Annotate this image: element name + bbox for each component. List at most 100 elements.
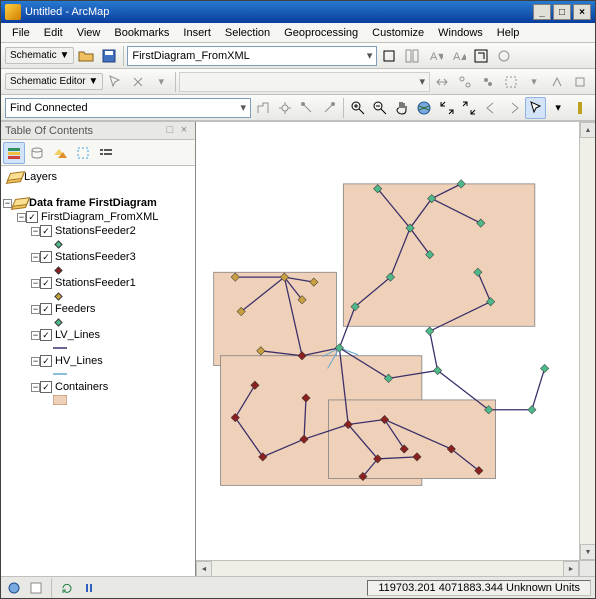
menu-customize[interactable]: Customize <box>365 25 431 41</box>
checkbox-icon[interactable]: ✓ <box>40 303 52 315</box>
collapse-icon[interactable]: − <box>31 383 40 392</box>
schematic-editor-dropdown[interactable]: Schematic Editor ▼ <box>5 73 103 90</box>
edit-tool[interactable] <box>104 71 126 93</box>
minimize-button[interactable]: _ <box>533 4 551 20</box>
collapse-icon[interactable]: − <box>31 227 40 236</box>
layout-view-button[interactable] <box>27 579 45 597</box>
toc-root-layers[interactable]: Layers <box>3 170 193 184</box>
toc-pin-button[interactable]: □ <box>163 124 177 138</box>
refresh-view-button[interactable] <box>58 579 76 597</box>
toc-symbol-3[interactable] <box>3 316 193 328</box>
open-diagram-button[interactable] <box>75 45 97 67</box>
options-button[interactable] <box>95 142 117 164</box>
toc-symbol-4[interactable] <box>3 342 193 354</box>
tool-b2[interactable] <box>470 45 492 67</box>
tool-e4[interactable] <box>477 71 499 93</box>
tool-e8[interactable] <box>569 71 591 93</box>
trace-tool-3[interactable] <box>297 97 318 119</box>
text-large-button[interactable]: A▲ <box>447 45 469 67</box>
scrollbar-vertical[interactable]: ▲ ▼ <box>579 122 595 560</box>
toc-diagram[interactable]: − ✓FirstDiagram_FromXML <box>3 210 193 224</box>
toc-symbol-0[interactable] <box>3 238 193 250</box>
map-canvas[interactable] <box>196 122 579 560</box>
checkbox-icon[interactable]: ✓ <box>40 277 52 289</box>
collapse-icon[interactable]: − <box>31 279 40 288</box>
toc-symbol-6[interactable] <box>3 394 193 406</box>
checkbox-icon[interactable]: ✓ <box>40 251 52 263</box>
tool-e1[interactable]: ▾ <box>150 71 172 93</box>
checkbox-icon[interactable]: ✓ <box>40 225 52 237</box>
trace-tool-2[interactable] <box>274 97 295 119</box>
diagram-combo[interactable]: FirstDiagram_FromXML ▾ <box>127 46 377 66</box>
text-small-button[interactable]: A▼ <box>424 45 446 67</box>
maximize-button[interactable]: □ <box>553 4 571 20</box>
menu-geoprocessing[interactable]: Geoprocessing <box>277 25 365 41</box>
collapse-icon[interactable]: − <box>17 213 26 222</box>
zoom-in-button[interactable] <box>347 97 368 119</box>
move-tool[interactable] <box>127 71 149 93</box>
pan-button[interactable] <box>392 97 413 119</box>
scrollbar-horizontal[interactable]: ◄ ► <box>196 560 595 576</box>
list-by-selection-button[interactable] <box>72 142 94 164</box>
toc-layer-6[interactable]: − ✓Containers <box>3 380 193 394</box>
pause-drawing-button[interactable] <box>80 579 98 597</box>
fixed-zoom-in-button[interactable] <box>436 97 457 119</box>
tool-f1[interactable]: ▾ <box>547 97 568 119</box>
toc-layer-5[interactable]: − ✓HV_Lines <box>3 354 193 368</box>
data-view-button[interactable] <box>5 579 23 597</box>
editor-combo[interactable]: ▾ <box>179 72 430 92</box>
prev-extent-button[interactable] <box>481 97 502 119</box>
toc-layer-0[interactable]: − ✓StationsFeeder2 <box>3 224 193 238</box>
menu-help[interactable]: Help <box>490 25 527 41</box>
collapse-icon[interactable]: − <box>31 305 40 314</box>
tool-e2[interactable] <box>431 71 453 93</box>
find-combo[interactable]: Find Connected ▾ <box>5 98 251 118</box>
tool-e5[interactable] <box>500 71 522 93</box>
tool-b3[interactable] <box>493 45 515 67</box>
menu-file[interactable]: File <box>5 25 37 41</box>
toc-symbol-5[interactable] <box>3 368 193 380</box>
collapse-icon[interactable]: − <box>3 199 12 208</box>
zoom-out-button[interactable] <box>369 97 390 119</box>
toc-layer-3[interactable]: − ✓Feeders <box>3 302 193 316</box>
tool-e7[interactable] <box>546 71 568 93</box>
toc-layer-1[interactable]: − ✓StationsFeeder3 <box>3 250 193 264</box>
menu-edit[interactable]: Edit <box>37 25 70 41</box>
menu-view[interactable]: View <box>70 25 108 41</box>
save-diagram-button[interactable] <box>98 45 120 67</box>
tool-e3[interactable] <box>454 71 476 93</box>
menu-bookmarks[interactable]: Bookmarks <box>107 25 176 41</box>
tool-e6[interactable]: ▾ <box>523 71 545 93</box>
toc-layer-4[interactable]: − ✓LV_Lines <box>3 328 193 342</box>
next-extent-button[interactable] <box>503 97 524 119</box>
menu-insert[interactable]: Insert <box>176 25 218 41</box>
checkbox-icon[interactable]: ✓ <box>40 381 52 393</box>
toc-tree[interactable]: Layers − Data frame FirstDiagram− ✓FirstD… <box>1 166 195 576</box>
close-button[interactable]: × <box>573 4 591 20</box>
toc-root-dataframe[interactable]: − Data frame FirstDiagram <box>3 196 193 210</box>
fixed-zoom-out-button[interactable] <box>458 97 479 119</box>
menu-windows[interactable]: Windows <box>431 25 490 41</box>
schematic-dropdown[interactable]: Schematic ▼ <box>5 47 74 64</box>
collapse-icon[interactable]: − <box>31 253 40 262</box>
checkbox-icon[interactable]: ✓ <box>40 329 52 341</box>
list-by-source-button[interactable] <box>26 142 48 164</box>
full-extent-button[interactable] <box>414 97 435 119</box>
toc-symbol-1[interactable] <box>3 264 193 276</box>
list-by-visibility-button[interactable] <box>49 142 71 164</box>
refresh-button[interactable] <box>378 45 400 67</box>
trace-tool-4[interactable] <box>319 97 340 119</box>
collapse-icon[interactable]: − <box>31 357 40 366</box>
checkbox-icon[interactable]: ✓ <box>26 211 38 223</box>
tool-f2[interactable] <box>570 97 591 119</box>
toc-layer-2[interactable]: − ✓StationsFeeder1 <box>3 276 193 290</box>
tool-b1[interactable] <box>401 45 423 67</box>
checkbox-icon[interactable]: ✓ <box>40 355 52 367</box>
collapse-icon[interactable]: − <box>31 331 40 340</box>
toc-close-button[interactable]: × <box>177 124 191 138</box>
menu-selection[interactable]: Selection <box>218 25 277 41</box>
toc-symbol-2[interactable] <box>3 290 193 302</box>
trace-tool-1[interactable] <box>252 97 273 119</box>
select-elements-button[interactable] <box>525 97 546 119</box>
list-by-drawing-order-button[interactable] <box>3 142 25 164</box>
